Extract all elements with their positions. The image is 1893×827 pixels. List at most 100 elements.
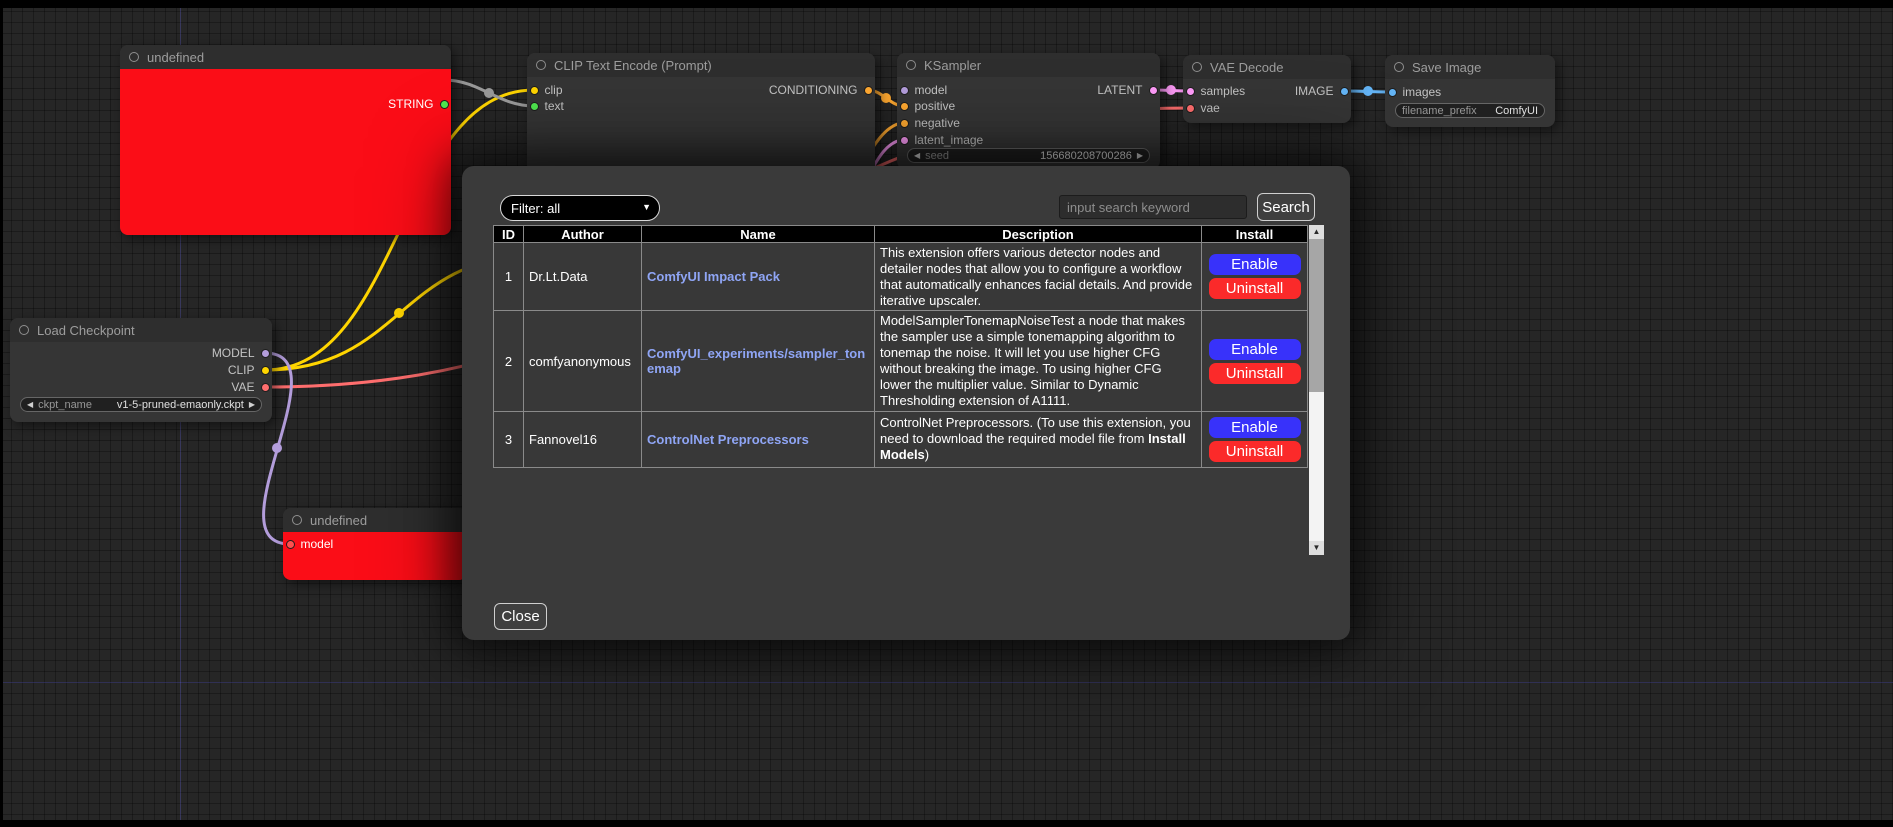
search-input[interactable]: [1059, 195, 1247, 219]
ckpt-name-widget[interactable]: ◀ ckpt_name v1-5-pruned-emaonly.ckpt ▶: [20, 397, 262, 412]
collapse-dot-icon[interactable]: [1394, 62, 1404, 72]
model-slot-dot[interactable]: [286, 540, 295, 549]
input-slot-images[interactable]: images: [1388, 85, 1442, 99]
samples-slot-dot[interactable]: [1186, 87, 1195, 96]
cell-name: ComfyUI Impact Pack: [642, 243, 875, 311]
extensions-table: ID Author Name Description Install 1 Dr.…: [493, 225, 1308, 468]
positive-slot-dot[interactable]: [900, 102, 909, 111]
clip-slot-dot[interactable]: [261, 366, 270, 375]
node-clip-text-encode[interactable]: CLIP Text Encode (Prompt) clip text COND…: [527, 53, 875, 173]
node-titlebar[interactable]: KSampler: [897, 53, 1160, 77]
latent-slot-dot[interactable]: [1149, 86, 1158, 95]
filter-select-wrap: Filter: all ▼: [500, 195, 660, 221]
filename-prefix-widget[interactable]: filename_prefix ComfyUI: [1395, 103, 1545, 118]
node-body: images filename_prefix ComfyUI: [1385, 79, 1555, 127]
extension-link[interactable]: ComfyUI Impact Pack: [647, 269, 780, 284]
close-button[interactable]: Close: [494, 603, 547, 630]
collapse-dot-icon[interactable]: [1192, 62, 1202, 72]
extension-link[interactable]: ComfyUI_experiments/sampler_tonemap: [647, 346, 865, 376]
node-load-checkpoint[interactable]: Load Checkpoint MODEL CLIP VAE ◀ ckpt_na…: [10, 318, 272, 422]
extension-link[interactable]: ControlNet Preprocessors: [647, 432, 809, 447]
image-slot-dot[interactable]: [1340, 87, 1349, 96]
vae-slot-dot[interactable]: [261, 383, 270, 392]
model-slot-dot[interactable]: [900, 86, 909, 95]
node-body: clip text CONDITIONING: [527, 77, 875, 173]
filter-select[interactable]: Filter: all: [500, 195, 660, 221]
cell-description: ControlNet Preprocessors. (To use this e…: [875, 411, 1202, 467]
conditioning-slot-dot[interactable]: [864, 86, 873, 95]
header-name: Name: [642, 226, 875, 243]
clip-slot-dot[interactable]: [530, 86, 539, 95]
cell-description: ModelSamplerTonemapNoiseTest a node that…: [875, 311, 1202, 411]
enable-button[interactable]: Enable: [1209, 254, 1301, 275]
cell-id: 1: [494, 243, 524, 311]
images-slot-dot[interactable]: [1388, 88, 1397, 97]
output-slot-vae[interactable]: VAE: [231, 380, 269, 394]
input-slot-clip[interactable]: clip: [530, 83, 563, 97]
node-title: undefined: [310, 513, 367, 528]
uninstall-button[interactable]: Uninstall: [1209, 363, 1301, 384]
input-slot-text[interactable]: text: [530, 99, 564, 113]
input-slot-negative[interactable]: negative: [900, 116, 960, 130]
scrollbar-thumb[interactable]: [1309, 239, 1324, 392]
node-titlebar[interactable]: CLIP Text Encode (Prompt): [527, 53, 875, 77]
input-slot-latent-image[interactable]: latent_image: [900, 133, 984, 147]
window-edge-bottom: [0, 820, 1893, 827]
input-slot-model[interactable]: model: [286, 537, 334, 551]
ckpt-increment-icon[interactable]: ▶: [249, 401, 255, 409]
node-body: samples vae IMAGE: [1183, 79, 1351, 123]
node-titlebar[interactable]: undefined: [120, 45, 451, 69]
collapse-dot-icon[interactable]: [536, 60, 546, 70]
search-button[interactable]: Search: [1257, 193, 1315, 221]
scroll-up-icon[interactable]: ▲: [1309, 225, 1324, 239]
string-slot-dot[interactable]: [440, 100, 449, 109]
cell-name: ControlNet Preprocessors: [642, 411, 875, 467]
latent-image-slot-dot[interactable]: [900, 136, 909, 145]
vae-slot-dot[interactable]: [1186, 104, 1195, 113]
node-titlebar[interactable]: Save Image: [1385, 55, 1555, 79]
node-titlebar[interactable]: undefined: [283, 508, 467, 532]
output-slot-clip[interactable]: CLIP: [228, 363, 270, 377]
output-slot-conditioning[interactable]: CONDITIONING: [769, 83, 873, 97]
collapse-dot-icon[interactable]: [906, 60, 916, 70]
enable-button[interactable]: Enable: [1209, 339, 1301, 360]
seed-decrement-icon[interactable]: ◀: [914, 152, 920, 160]
header-author: Author: [524, 226, 642, 243]
node-title: CLIP Text Encode (Prompt): [554, 58, 712, 73]
table-scrollbar[interactable]: ▲ ▼: [1309, 225, 1324, 555]
negative-slot-dot[interactable]: [900, 119, 909, 128]
uninstall-button[interactable]: Uninstall: [1209, 278, 1301, 299]
filename-prefix-label: filename_prefix: [1402, 105, 1477, 117]
collapse-dot-icon[interactable]: [129, 52, 139, 62]
description-text: ControlNet Preprocessors. (To use this e…: [880, 415, 1191, 446]
node-ksampler[interactable]: KSampler model positive negative latent_…: [897, 53, 1160, 169]
output-slot-image[interactable]: IMAGE: [1295, 84, 1349, 98]
ckpt-widget-label: ckpt_name: [38, 399, 92, 411]
node-vae-decode[interactable]: VAE Decode samples vae IMAGE: [1183, 55, 1351, 123]
node-undefined-top[interactable]: undefined STRING: [120, 45, 451, 235]
seed-widget[interactable]: ◀ seed 156680208700286 ▶: [907, 148, 1150, 163]
output-slot-model[interactable]: MODEL: [212, 346, 270, 360]
ckpt-decrement-icon[interactable]: ◀: [27, 401, 33, 409]
collapse-dot-icon[interactable]: [19, 325, 29, 335]
output-slot-string[interactable]: STRING: [388, 97, 448, 111]
input-slot-model[interactable]: model: [900, 83, 948, 97]
collapse-dot-icon[interactable]: [292, 515, 302, 525]
scroll-down-icon[interactable]: ▼: [1309, 541, 1324, 555]
text-slot-dot[interactable]: [530, 102, 539, 111]
node-body: MODEL CLIP VAE ◀ ckpt_name v1-5-pruned-e…: [10, 342, 272, 422]
node-titlebar[interactable]: Load Checkpoint: [10, 318, 272, 342]
seed-increment-icon[interactable]: ▶: [1137, 152, 1143, 160]
filename-prefix-value: ComfyUI: [1495, 105, 1538, 117]
output-slot-latent[interactable]: LATENT: [1097, 83, 1157, 97]
node-save-image[interactable]: Save Image images filename_prefix ComfyU…: [1385, 55, 1555, 127]
node-undefined-bottom[interactable]: undefined model: [283, 508, 467, 580]
input-slot-positive[interactable]: positive: [900, 99, 956, 113]
uninstall-button[interactable]: Uninstall: [1209, 441, 1301, 462]
model-slot-dot[interactable]: [261, 349, 270, 358]
input-slot-samples[interactable]: samples: [1186, 84, 1246, 98]
enable-button[interactable]: Enable: [1209, 417, 1301, 438]
node-body: model: [283, 532, 467, 580]
node-titlebar[interactable]: VAE Decode: [1183, 55, 1351, 79]
input-slot-vae[interactable]: vae: [1186, 101, 1220, 115]
